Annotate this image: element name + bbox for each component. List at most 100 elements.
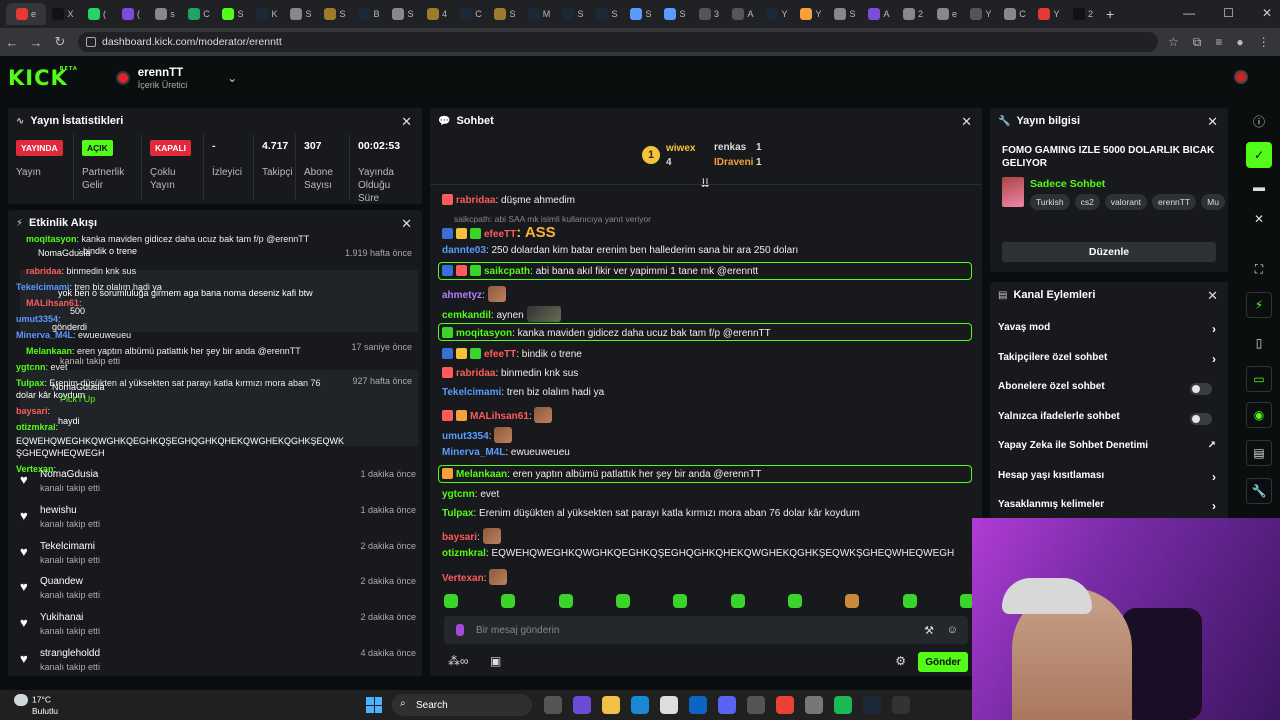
quick-emote-icon[interactable] bbox=[444, 594, 458, 608]
channel-action-6[interactable]: Hesap yaşı kısıtlaması › bbox=[998, 470, 1220, 492]
chat-username[interactable]: saikcpath bbox=[484, 266, 530, 277]
layout-icon[interactable]: ▬ bbox=[1246, 174, 1272, 200]
channel-action-7[interactable]: Yasaklanmış kelimeler › bbox=[998, 499, 1220, 518]
browser-tab[interactable]: A bbox=[726, 3, 760, 25]
chat-username[interactable]: ahmetyz bbox=[442, 290, 482, 301]
channel-action-3[interactable]: Abonelere özel sohbet bbox=[998, 381, 1220, 403]
quick-emote-icon[interactable] bbox=[902, 594, 917, 608]
storage-icon[interactable]: ▤ bbox=[1246, 440, 1272, 466]
stream-tag[interactable]: Turkish bbox=[1030, 194, 1070, 210]
store-icon[interactable]: ▣ bbox=[490, 654, 501, 668]
browser-tab[interactable]: S bbox=[828, 3, 862, 25]
edit-button[interactable]: Düzenle bbox=[1002, 242, 1216, 262]
spotify-icon[interactable] bbox=[834, 696, 852, 714]
outlook-icon[interactable] bbox=[689, 696, 707, 714]
browser-tab[interactable]: 4 bbox=[420, 3, 454, 25]
bookmark-star-icon[interactable]: ☆ bbox=[1168, 35, 1179, 50]
chat-username[interactable]: rabridaa bbox=[456, 195, 495, 206]
close-icon[interactable]: ✕ bbox=[1246, 206, 1272, 232]
url-field[interactable]: dashboard.kick.com/moderator/erenntt bbox=[78, 32, 1158, 52]
profile-icon[interactable]: ● bbox=[1236, 35, 1243, 50]
quick-emote-icon[interactable] bbox=[730, 594, 745, 608]
browser-tab[interactable]: Y bbox=[794, 3, 828, 25]
browser-tab[interactable]: S bbox=[386, 3, 420, 25]
browser-tab[interactable]: Y bbox=[964, 3, 998, 25]
settings-icon[interactable] bbox=[805, 696, 823, 714]
browser-tab[interactable]: 3 bbox=[692, 3, 726, 25]
info-icon[interactable]: ⓘ bbox=[1246, 108, 1272, 134]
chat-username[interactable]: ygtcnn bbox=[442, 489, 475, 500]
file-explorer-icon[interactable] bbox=[602, 696, 620, 714]
channel-action-5[interactable]: Yapay Zeka ile Sohbet Denetimi ↗ bbox=[998, 440, 1220, 462]
channel-action-2[interactable]: Takipçilere özel sohbet › bbox=[998, 352, 1220, 374]
stream-tag[interactable]: Mu bbox=[1201, 194, 1225, 210]
browser-tab[interactable]: S bbox=[488, 3, 522, 25]
commands-icon[interactable]: ⚒ bbox=[924, 624, 934, 637]
browser-tab[interactable]: S bbox=[658, 3, 692, 25]
channel-action-1[interactable]: Yavaş mod › bbox=[998, 322, 1220, 344]
browser-tab[interactable]: S bbox=[284, 3, 318, 25]
close-window-icon[interactable]: ✕ bbox=[1262, 6, 1272, 20]
browser-tab[interactable]: e bbox=[6, 3, 46, 25]
stream-tag[interactable]: erennTT bbox=[1152, 194, 1197, 210]
browser-tab[interactable]: M bbox=[522, 3, 556, 25]
stream-tag[interactable]: cs2 bbox=[1074, 194, 1100, 210]
browser-tab[interactable]: Y bbox=[1032, 3, 1066, 25]
browser-tab[interactable]: C bbox=[998, 3, 1032, 25]
kick-logo[interactable]: KICK BETA bbox=[8, 66, 77, 90]
pin-icon[interactable]: ⇊ bbox=[700, 176, 710, 190]
channel-action-4[interactable]: Yalnızca ifadelerle sohbet bbox=[998, 411, 1220, 433]
chat-username[interactable]: otizmkral bbox=[442, 548, 486, 559]
minimize-icon[interactable]: — bbox=[1183, 6, 1195, 20]
new-tab-button[interactable]: + bbox=[1106, 6, 1114, 22]
quick-emote-icon[interactable] bbox=[845, 594, 860, 608]
browser-tab[interactable]: S bbox=[318, 3, 352, 25]
chat-username[interactable]: Vertexan bbox=[442, 573, 484, 584]
stream-tag[interactable]: valorant bbox=[1104, 194, 1148, 210]
browser-tab[interactable]: ( bbox=[114, 3, 148, 25]
chat-username[interactable]: Tulpax bbox=[442, 508, 473, 519]
obs-icon[interactable] bbox=[892, 696, 910, 714]
menu-icon[interactable]: ⋮ bbox=[1258, 35, 1270, 50]
browser-tab[interactable]: S bbox=[590, 3, 624, 25]
follower-name[interactable]: Quandew bbox=[40, 576, 83, 587]
channel-info[interactable]: erennTT İçerik Üretici bbox=[138, 67, 188, 90]
taskbar-search[interactable]: ⌕ Search bbox=[392, 694, 532, 716]
chat-username[interactable]: moqitasyon bbox=[456, 328, 512, 339]
chat-username[interactable]: baysari bbox=[442, 532, 477, 543]
browser-tab[interactable]: B bbox=[352, 3, 386, 25]
close-icon[interactable]: ✕ bbox=[1207, 114, 1218, 130]
site-info-icon[interactable] bbox=[86, 37, 96, 47]
chat-username[interactable]: efeeTT bbox=[484, 349, 516, 360]
mic-icon[interactable] bbox=[456, 624, 464, 636]
chat-username[interactable]: MALihsan61 bbox=[470, 411, 529, 422]
close-icon[interactable]: ✕ bbox=[401, 216, 412, 232]
check-icon[interactable]: ✓ bbox=[1246, 142, 1272, 168]
chat-username[interactable]: Tekelcimami bbox=[442, 387, 501, 398]
leaderboard[interactable]: 1 wiwex 4 renkas 1 IDraveni 1 bbox=[642, 138, 782, 174]
browser-tab[interactable]: e bbox=[930, 3, 964, 25]
extensions-icon[interactable]: ⧉ bbox=[1193, 35, 1202, 50]
browser-tab[interactable]: S bbox=[556, 3, 590, 25]
browser-tab[interactable]: A bbox=[862, 3, 896, 25]
browser-tab[interactable]: S bbox=[624, 3, 658, 25]
chat-input[interactable]: Bir mesaj gönderin ⚒ ☺ bbox=[444, 616, 968, 644]
chat-username[interactable]: Minerva_M4L bbox=[442, 447, 505, 458]
gear-icon[interactable]: ⚙ bbox=[895, 654, 906, 668]
forward-icon[interactable]: → bbox=[24, 35, 48, 50]
follower-name[interactable]: strangleholdd bbox=[40, 648, 100, 659]
discord-icon[interactable] bbox=[718, 696, 736, 714]
weather-widget[interactable]: 17°C Bulutlu bbox=[14, 694, 58, 716]
toggle-switch[interactable] bbox=[1190, 412, 1212, 425]
close-icon[interactable]: ✕ bbox=[1207, 288, 1218, 304]
follower-name[interactable]: hewishu bbox=[40, 505, 77, 516]
quick-emote-icon[interactable] bbox=[787, 594, 802, 608]
fullscreen-icon[interactable]: ⛶ bbox=[1246, 256, 1272, 282]
emoji-icon[interactable]: ☺ bbox=[947, 624, 958, 636]
follower-name[interactable]: Yukihanai bbox=[40, 612, 83, 623]
browser-tab[interactable]: S bbox=[216, 3, 250, 25]
chat-username[interactable]: efeeTT bbox=[484, 229, 516, 240]
quick-emote-icon[interactable] bbox=[673, 594, 688, 608]
steam-icon[interactable] bbox=[863, 696, 881, 714]
browser-tab[interactable]: C bbox=[454, 3, 488, 25]
